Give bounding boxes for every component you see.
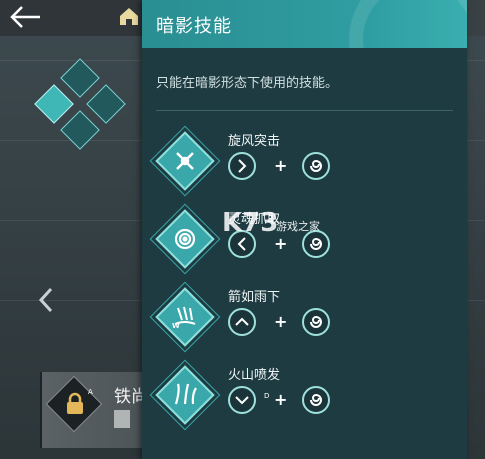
skill-name: 箭如雨下 bbox=[228, 290, 281, 305]
modifier-letter: D bbox=[264, 392, 270, 400]
cluster-node-bottom[interactable] bbox=[60, 110, 100, 150]
cluster-node-top[interactable] bbox=[60, 58, 100, 98]
spiral-icon bbox=[174, 228, 196, 250]
key-arrow-up[interactable] bbox=[228, 308, 256, 336]
watermark-logo: K73 bbox=[222, 208, 279, 238]
arrow-down-icon bbox=[235, 396, 249, 405]
plus-sign: + bbox=[274, 156, 288, 175]
top-right-edge bbox=[465, 0, 485, 36]
skill-badge-letter: W bbox=[172, 322, 180, 330]
whirlwind-icon bbox=[176, 152, 194, 170]
panel-title: 暗影技能 bbox=[156, 16, 232, 37]
home-icon[interactable] bbox=[118, 5, 140, 27]
swirl-icon bbox=[310, 393, 322, 406]
site-watermark: K73 游戏之家 bbox=[222, 208, 332, 248]
eruption-icon bbox=[174, 383, 197, 405]
key-arrow-right[interactable] bbox=[228, 152, 256, 180]
cluster-node-right[interactable] bbox=[86, 84, 126, 124]
key-swirl[interactable] bbox=[302, 308, 330, 336]
arrow-up-icon bbox=[235, 317, 249, 326]
skill-tree-cluster[interactable] bbox=[34, 58, 126, 150]
back-arrow-icon[interactable] bbox=[8, 4, 42, 30]
plus-sign: + bbox=[274, 312, 288, 331]
skill-row[interactable]: 火山喷发 D + bbox=[142, 364, 467, 434]
watermark-text: 游戏之家 bbox=[276, 220, 320, 233]
swirl-icon bbox=[310, 315, 322, 328]
key-swirl[interactable] bbox=[302, 386, 330, 414]
key-arrow-down[interactable] bbox=[228, 386, 256, 414]
skill-row[interactable]: W 箭如雨下 + bbox=[142, 286, 467, 356]
arrow-right-icon bbox=[238, 159, 247, 173]
panel-header: 暗影技能 bbox=[142, 0, 467, 48]
divider bbox=[156, 110, 453, 111]
skill-name: 火山喷发 bbox=[228, 368, 281, 383]
panel-description: 只能在暗影形态下使用的技能。 bbox=[156, 76, 339, 91]
card-sub-icon bbox=[114, 410, 130, 428]
chevron-left-icon[interactable] bbox=[36, 286, 56, 314]
arrow-rain-icon bbox=[174, 306, 196, 325]
lock-icon bbox=[67, 392, 83, 414]
swirl-icon bbox=[310, 159, 322, 172]
skill-row[interactable]: 旋风突击 + bbox=[142, 130, 467, 200]
header-decoration bbox=[349, 0, 467, 48]
card-badge-letter: A bbox=[88, 388, 93, 396]
plus-sign: + bbox=[274, 390, 288, 409]
skill-name: 旋风突击 bbox=[228, 134, 281, 149]
cluster-node-left[interactable] bbox=[34, 84, 74, 124]
key-swirl[interactable] bbox=[302, 152, 330, 180]
